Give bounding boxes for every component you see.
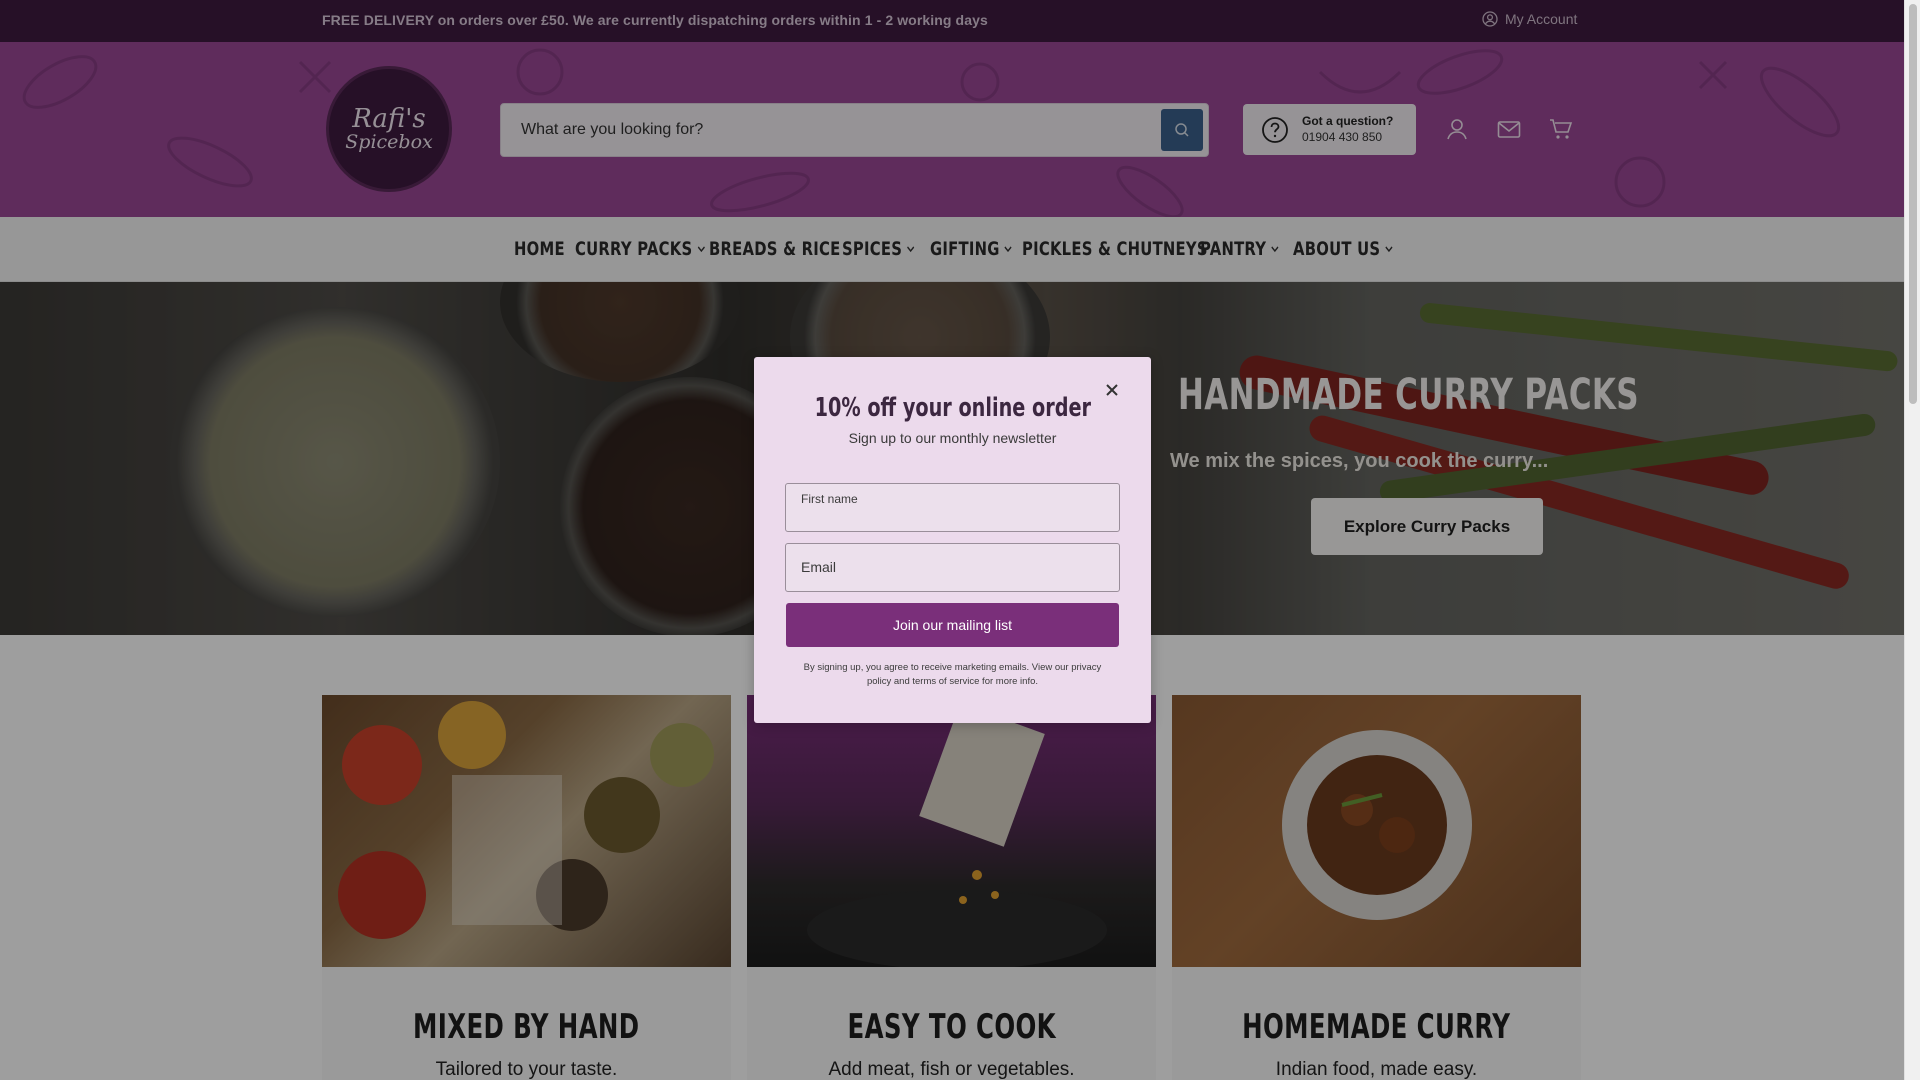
scrollbar-thumb[interactable] [1909, 4, 1917, 404]
close-icon[interactable] [1104, 382, 1120, 398]
popup-legal-text: By signing up, you agree to receive mark… [803, 662, 1102, 687]
join-mailing-list-button[interactable]: Join our mailing list [786, 603, 1119, 647]
email-field[interactable]: Email [785, 543, 1120, 592]
first-name-field[interactable]: First name [785, 483, 1120, 532]
popup-title: 10% off your online order [814, 393, 1091, 423]
page: FREE DELIVERY on orders over £50. We are… [0, 0, 1904, 1080]
page-scrollbar[interactable] [1904, 0, 1920, 1080]
first-name-label: First name [801, 492, 858, 506]
email-label: Email [801, 559, 837, 575]
newsletter-popup: 10% off your online order Sign up to our… [754, 357, 1151, 723]
popup-subtitle: Sign up to our monthly newsletter [848, 430, 1057, 446]
